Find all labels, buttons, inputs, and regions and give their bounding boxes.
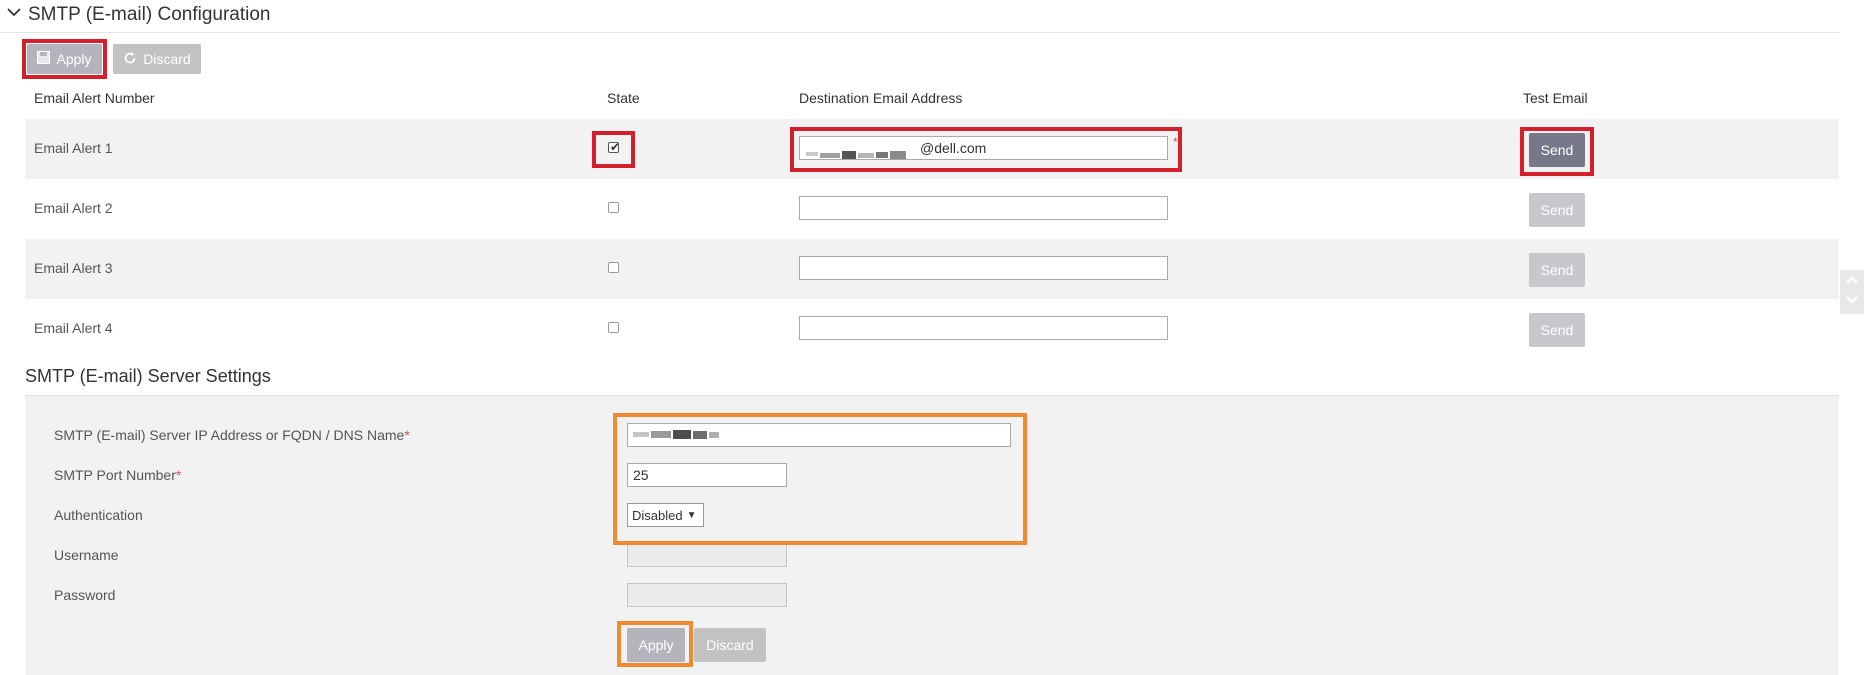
authentication-label: Authentication: [54, 507, 143, 523]
destination-email-field[interactable]: @dell.com: [799, 136, 1168, 160]
table-row: Email Alert 2 Send: [25, 179, 1839, 239]
server-address-label: SMTP (E-mail) Server IP Address or FQDN …: [54, 427, 410, 443]
state-checkbox[interactable]: [608, 262, 619, 273]
redacted-text: [633, 425, 723, 447]
server-discard-button[interactable]: Discard: [694, 628, 766, 662]
port-field[interactable]: 25: [627, 463, 787, 487]
column-header-destination: Destination Email Address: [799, 90, 963, 106]
column-header-test-email: Test Email: [1523, 90, 1588, 106]
checkmark-icon: ✔: [610, 140, 621, 154]
refresh-icon: [123, 51, 137, 68]
destination-email-field[interactable]: [799, 316, 1168, 340]
scroll-up-icon[interactable]: [1844, 272, 1860, 293]
row-label: Email Alert 2: [34, 200, 113, 216]
dropdown-arrow-icon: ▼: [686, 509, 697, 521]
state-checkbox[interactable]: [608, 202, 619, 213]
destination-email-field[interactable]: [799, 256, 1168, 280]
table-row: Email Alert 3 Send: [25, 239, 1839, 299]
required-mark: *: [1173, 135, 1178, 149]
password-field[interactable]: [627, 583, 787, 607]
scroll-widget[interactable]: [1840, 270, 1864, 314]
section-title-server-settings: SMTP (E-mail) Server Settings: [25, 366, 271, 386]
apply-button[interactable]: Apply: [27, 44, 102, 74]
send-test-email-button[interactable]: Send: [1529, 193, 1585, 227]
section-title: SMTP (E-mail) Configuration: [28, 4, 271, 25]
row-label: Email Alert 3: [34, 260, 113, 276]
discard-button[interactable]: Discard: [113, 44, 201, 74]
column-header-alert-number: Email Alert Number: [34, 90, 155, 106]
chevron-down-icon[interactable]: [6, 4, 22, 20]
port-label: SMTP Port Number*: [54, 467, 182, 483]
redacted-text: [806, 144, 916, 160]
send-test-email-button[interactable]: Send: [1529, 133, 1585, 167]
server-apply-button[interactable]: Apply: [627, 628, 685, 662]
state-checkbox[interactable]: [608, 322, 619, 333]
apply-label: Apply: [56, 51, 92, 67]
row-label: Email Alert 4: [34, 320, 113, 336]
email-domain: @dell.com: [920, 140, 987, 156]
row-label: Email Alert 1: [34, 140, 113, 156]
send-test-email-button[interactable]: Send: [1529, 253, 1585, 287]
scroll-down-icon[interactable]: [1844, 292, 1860, 313]
username-field[interactable]: [627, 543, 787, 567]
password-label: Password: [54, 587, 116, 603]
column-header-state: State: [607, 90, 640, 106]
discard-label: Discard: [143, 51, 191, 67]
table-row: Email Alert 4 Send: [25, 299, 1839, 359]
save-icon: [37, 51, 51, 67]
authentication-select[interactable]: Disabled ▼: [627, 503, 704, 527]
state-checkbox[interactable]: ✔: [608, 140, 621, 154]
destination-email-field[interactable]: [799, 196, 1168, 220]
authentication-value: Disabled: [632, 507, 683, 523]
section-header-smtp-config[interactable]: SMTP (E-mail) Configuration: [0, 0, 1840, 33]
server-address-field[interactable]: [627, 423, 1011, 447]
send-test-email-button[interactable]: Send: [1529, 313, 1585, 347]
username-label: Username: [54, 547, 119, 563]
table-row: Email Alert 1 ✔ @dell.com * Send: [25, 119, 1839, 179]
